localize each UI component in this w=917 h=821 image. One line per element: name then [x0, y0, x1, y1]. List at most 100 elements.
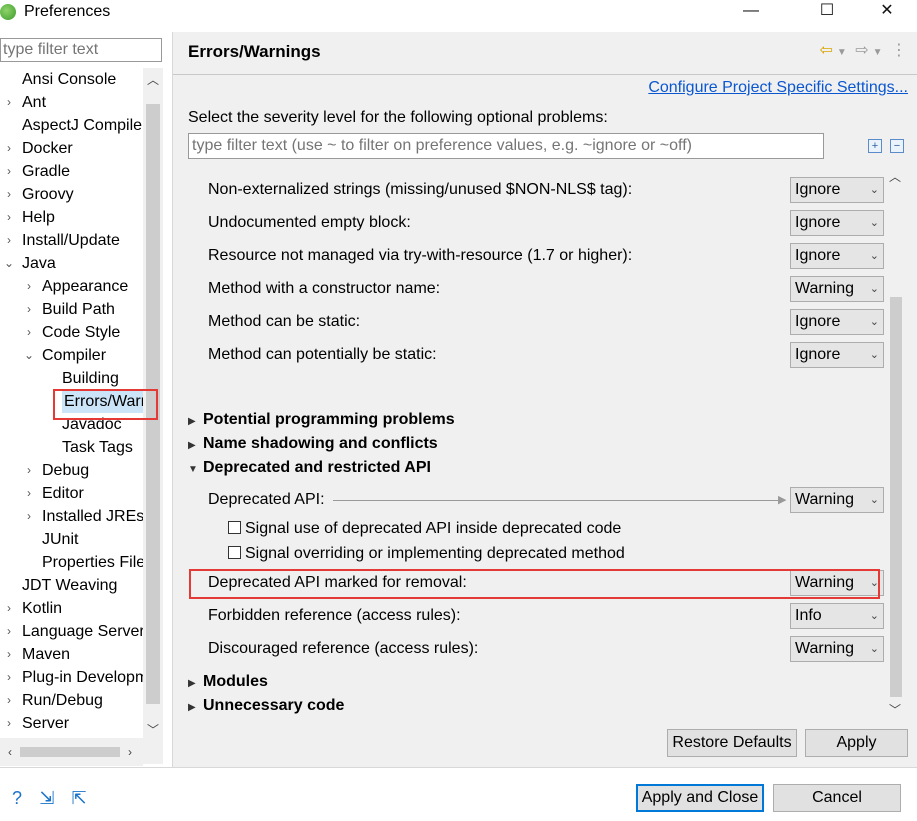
checkbox[interactable] — [228, 546, 241, 559]
severity-dropdown[interactable]: Warning ⌄ — [790, 487, 884, 513]
twisty-icon[interactable]: ▶ — [188, 434, 200, 458]
expanded-arrow-icon[interactable]: ⌄ — [3, 252, 15, 275]
collapsed-arrow-icon[interactable]: › — [23, 505, 35, 528]
forward-arrow-icon[interactable]: ⇨ — [855, 42, 868, 59]
scroll-up-icon[interactable]: ︿ — [143, 70, 163, 90]
arrow-head-icon: ▶ — [778, 494, 787, 506]
collapsed-arrow-icon[interactable]: › — [23, 275, 35, 298]
scroll-right-icon[interactable]: › — [120, 742, 140, 762]
view-menu-icon[interactable]: ⋮ — [891, 42, 907, 59]
collapsed-arrow-icon[interactable]: › — [3, 160, 15, 183]
maximize-button[interactable]: ☐ — [804, 0, 850, 24]
dropdown-value: Warning — [795, 491, 854, 508]
tree-item-label: Task Tags — [62, 439, 133, 456]
tree-item-label: Help — [22, 209, 55, 226]
restore-defaults-button[interactable]: Restore Defaults — [667, 729, 797, 757]
collapsed-arrow-icon[interactable]: › — [3, 620, 15, 643]
tree-item-label: Debug — [42, 462, 90, 479]
help-icon[interactable]: ? — [6, 788, 28, 808]
cancel-button[interactable]: Cancel — [773, 784, 901, 812]
forward-dropdown-icon[interactable]: ▼ — [873, 47, 883, 58]
severity-label: Select the severity level for the follow… — [188, 109, 608, 126]
back-dropdown-icon[interactable]: ▼ — [837, 47, 847, 58]
collapse-all-icon[interactable]: − — [890, 139, 904, 153]
section-potential-programming-problems[interactable]: ▶ Potential programming problems — [188, 408, 455, 432]
scroll-down-icon[interactable]: ﹀ — [886, 700, 904, 720]
option-label: Resource not managed via try-with-resour… — [208, 247, 633, 264]
severity-dropdown[interactable]: Ignore ⌄ — [790, 309, 884, 335]
section-deprecated-restricted-api[interactable]: ▼ Deprecated and restricted API — [188, 456, 431, 480]
close-button[interactable]: ✕ — [864, 0, 910, 24]
back-arrow-icon[interactable]: ⇦ — [819, 42, 832, 59]
severity-dropdown[interactable]: Info ⌄ — [790, 603, 884, 629]
collapsed-arrow-icon[interactable]: › — [3, 689, 15, 712]
twisty-icon[interactable]: ▶ — [188, 410, 200, 434]
collapsed-arrow-icon[interactable]: › — [3, 229, 15, 252]
apply-and-close-button[interactable]: Apply and Close — [636, 784, 764, 812]
twisty-icon[interactable]: ▶ — [188, 720, 200, 722]
twisty-icon[interactable]: ▶ — [188, 672, 200, 696]
checkbox-option[interactable]: Signal use of deprecated API inside depr… — [228, 518, 621, 540]
checkbox[interactable] — [228, 521, 241, 534]
minimize-button[interactable]: — — [728, 0, 774, 24]
collapsed-arrow-icon[interactable]: › — [3, 206, 15, 229]
collapsed-arrow-icon[interactable]: › — [3, 643, 15, 666]
collapsed-arrow-icon[interactable]: › — [3, 91, 15, 114]
tree-item-label: Editor — [42, 485, 84, 502]
severity-dropdown[interactable]: Warning ⌄ — [790, 636, 884, 662]
scroll-down-icon[interactable]: ﹀ — [143, 720, 163, 740]
options-vertical-scrollbar[interactable]: ︿ ﹀ — [887, 167, 905, 722]
collapsed-arrow-icon[interactable]: › — [23, 482, 35, 505]
section-label: Deprecated and restricted API — [203, 459, 431, 476]
apply-button[interactable]: Apply — [805, 729, 908, 757]
expanded-arrow-icon[interactable]: ⌄ — [23, 344, 35, 367]
twisty-icon[interactable]: ▼ — [188, 458, 200, 482]
scroll-up-icon[interactable]: ︿ — [886, 167, 904, 187]
option-label: Method can potentially be static: — [208, 346, 437, 363]
section-collapsed[interactable]: ▶ Unnecessary code — [188, 694, 344, 718]
severity-dropdown[interactable]: Warning ⌄ — [790, 276, 884, 302]
collapsed-arrow-icon[interactable]: › — [3, 597, 15, 620]
import-icon[interactable]: ⇲ — [36, 788, 58, 808]
section-name-shadowing[interactable]: ▶ Name shadowing and conflicts — [188, 432, 438, 456]
section-label: Modules — [203, 673, 268, 690]
chevron-down-icon: ⌄ — [869, 494, 879, 506]
checkbox-label: Signal overriding or implementing deprec… — [245, 545, 625, 562]
collapsed-arrow-icon[interactable]: › — [3, 183, 15, 206]
severity-dropdown[interactable]: Ignore ⌄ — [790, 243, 884, 269]
tree-item-label: JDT Weaving — [22, 577, 118, 594]
scroll-left-icon[interactable]: ‹ — [0, 742, 20, 762]
errors-warnings-page: Errors/Warnings ⇦ ▼ ⇨ ▼ ⋮ Configure Projec… — [172, 32, 917, 767]
divider — [173, 74, 917, 75]
severity-dropdown[interactable]: Ignore ⌄ — [790, 177, 884, 203]
dropdown-value: Ignore — [795, 346, 841, 363]
collapsed-arrow-icon[interactable]: › — [23, 321, 35, 344]
checkbox-label: Signal use of deprecated API inside depr… — [245, 520, 622, 537]
dropdown-value: Info — [795, 607, 822, 624]
tree-horizontal-scrollbar[interactable]: ‹ › — [0, 738, 143, 766]
dropdown-value: Ignore — [795, 313, 841, 330]
section-collapsed[interactable]: ▶ Modules — [188, 670, 268, 694]
tree-item-label: Kotlin — [22, 600, 63, 617]
expand-all-icon[interactable]: + — [868, 139, 882, 153]
collapsed-arrow-icon[interactable]: › — [3, 137, 15, 160]
scrollbar-thumb[interactable] — [890, 297, 902, 697]
collapsed-arrow-icon[interactable]: › — [23, 298, 35, 321]
collapsed-arrow-icon[interactable]: › — [3, 712, 15, 735]
severity-dropdown[interactable]: Ignore ⌄ — [790, 210, 884, 236]
section-collapsed[interactable]: ▶Generic types — [188, 718, 309, 722]
export-icon[interactable]: ⇱ — [68, 788, 90, 808]
twisty-icon[interactable]: ▶ — [188, 696, 200, 720]
options-list: Non-externalized strings (missing/unused… — [173, 167, 887, 722]
configure-project-settings-link[interactable]: Configure Project Specific Settings... — [648, 79, 908, 97]
tree-filter-input[interactable] — [0, 38, 162, 62]
scrollbar-thumb[interactable] — [20, 747, 120, 757]
collapsed-arrow-icon[interactable]: › — [3, 666, 15, 689]
checkbox-option[interactable]: Signal overriding or implementing deprec… — [228, 543, 625, 565]
option-label: Undocumented empty block: — [208, 214, 411, 231]
preference-filter-input[interactable] — [188, 133, 824, 159]
severity-dropdown[interactable]: Ignore ⌄ — [790, 342, 884, 368]
highlight-box-forbidden-reference — [189, 569, 880, 599]
collapsed-arrow-icon[interactable]: › — [23, 459, 35, 482]
window-title: Preferences — [24, 3, 111, 20]
